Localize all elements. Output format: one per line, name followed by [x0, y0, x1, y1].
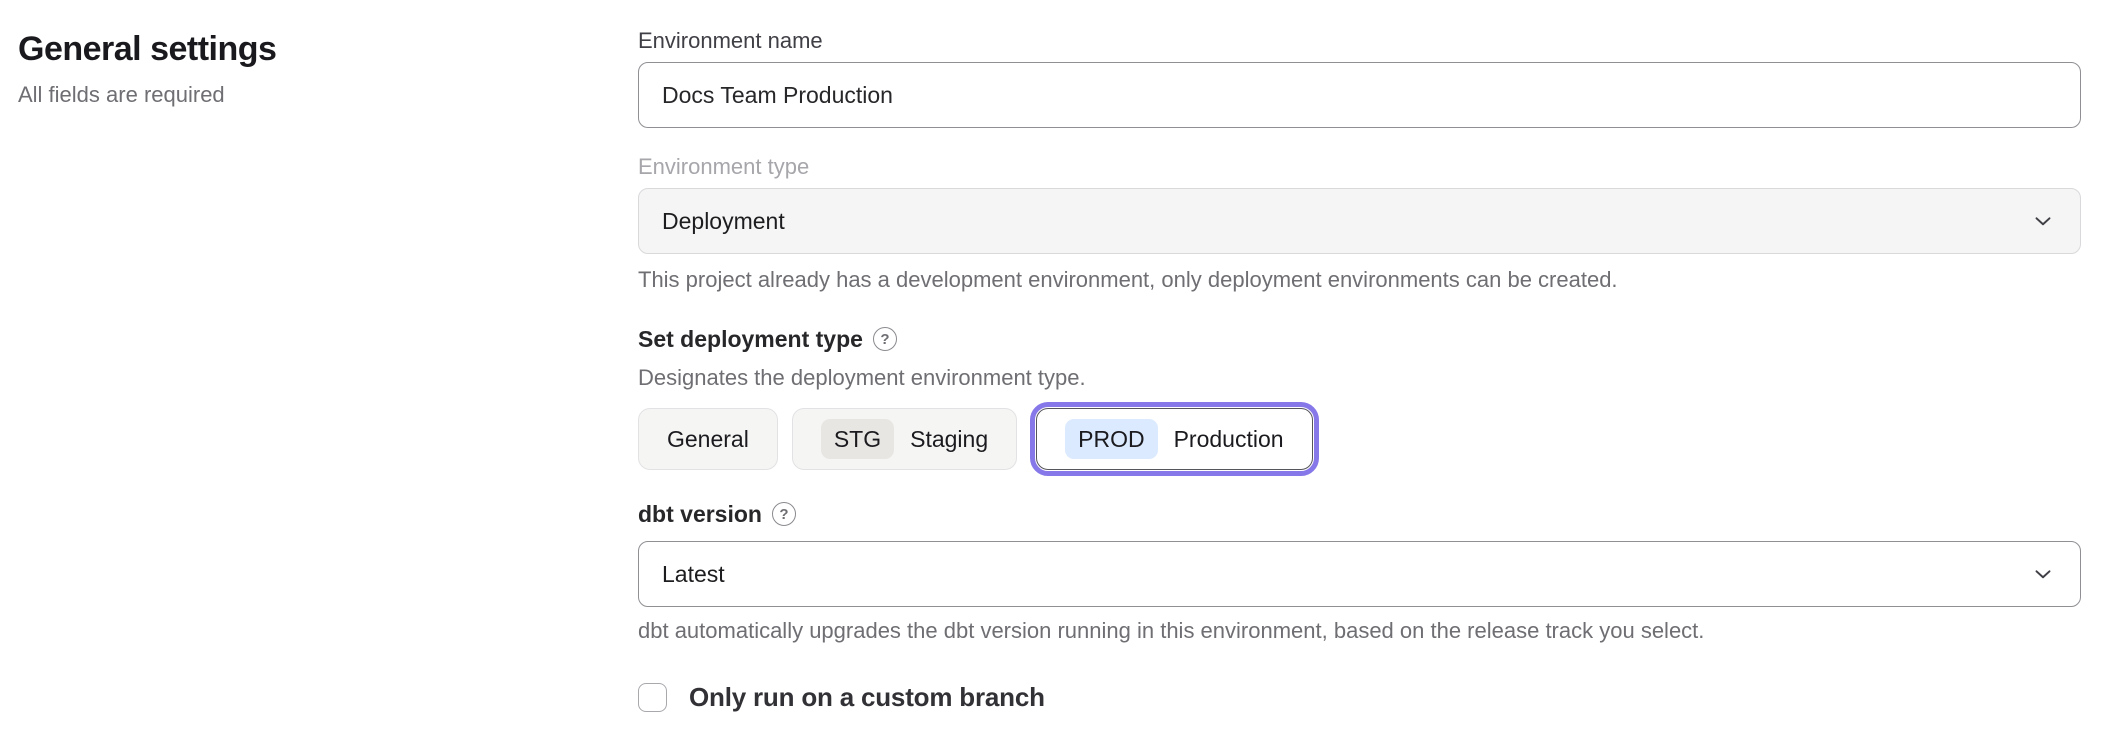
deployment-type-general-button[interactable]: General: [638, 408, 778, 470]
settings-intro: General settings All fields are required: [0, 0, 638, 742]
deployment-type-heading: Set deployment type: [638, 326, 863, 352]
production-badge: PROD: [1065, 419, 1157, 459]
environment-name-input[interactable]: [638, 62, 2081, 128]
deployment-type-production-label: Production: [1174, 426, 1284, 453]
deployment-type-heading-row: Set deployment type ?: [638, 326, 2081, 352]
deployment-type-staging-label: Staging: [910, 426, 988, 453]
dbt-version-select[interactable]: Latest: [638, 541, 2081, 607]
environment-type-select[interactable]: Deployment: [638, 188, 2081, 254]
deployment-type-helper: Designates the deployment environment ty…: [638, 366, 2081, 389]
dbt-version-helper: dbt automatically upgrades the dbt versi…: [638, 619, 2081, 642]
deployment-type-general-label: General: [667, 426, 749, 453]
chevron-down-icon: [2030, 208, 2056, 234]
custom-branch-row: Only run on a custom branch: [638, 682, 2081, 713]
staging-badge: STG: [821, 419, 894, 459]
custom-branch-checkbox[interactable]: [638, 683, 667, 712]
dbt-version-heading-row: dbt version ?: [638, 501, 2081, 527]
chevron-down-icon: [2030, 561, 2056, 587]
environment-type-helper: This project already has a development e…: [638, 268, 2081, 291]
environment-type-value: Deployment: [662, 208, 785, 235]
general-settings-page: General settings All fields are required…: [0, 0, 2110, 742]
page-subtitle: All fields are required: [18, 83, 638, 107]
deployment-type-options: General STG Staging PROD Production: [638, 408, 2081, 470]
dbt-version-heading: dbt version: [638, 501, 762, 527]
environment-name-label: Environment name: [638, 29, 2081, 53]
deployment-type-staging-button[interactable]: STG Staging: [792, 408, 1017, 470]
environment-form: Environment name Environment type Deploy…: [638, 0, 2081, 742]
environment-type-label: Environment type: [638, 155, 2081, 179]
help-icon[interactable]: ?: [772, 502, 796, 526]
custom-branch-label[interactable]: Only run on a custom branch: [689, 682, 1045, 713]
help-icon[interactable]: ?: [873, 327, 897, 351]
page-title: General settings: [18, 30, 638, 68]
deployment-type-production-button[interactable]: PROD Production: [1036, 408, 1312, 470]
dbt-version-value: Latest: [662, 561, 725, 588]
